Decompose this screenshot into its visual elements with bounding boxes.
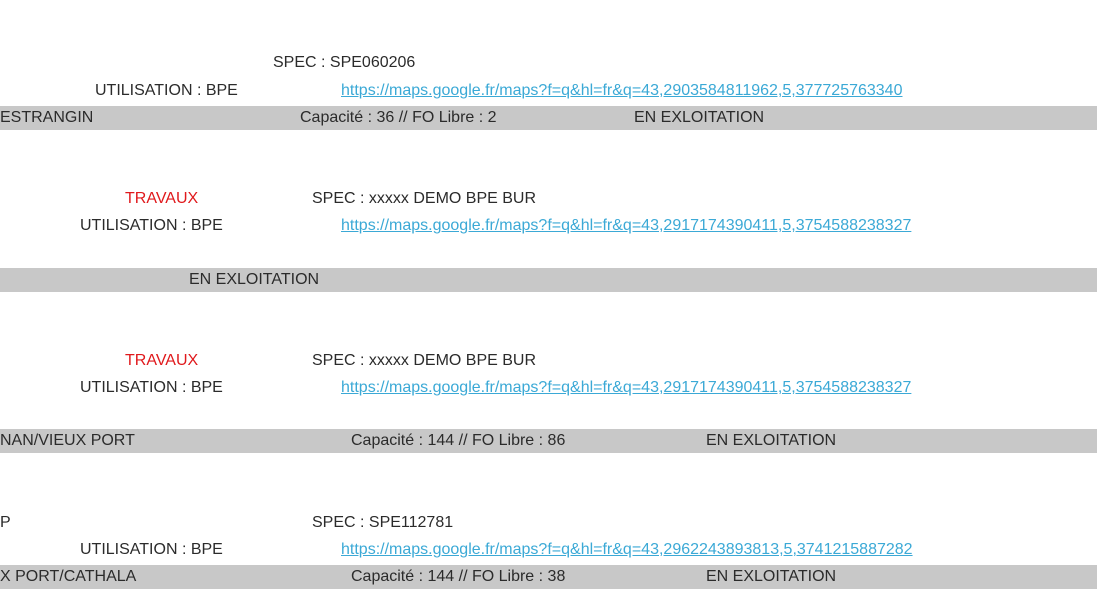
spec-label: SPEC : SPE060206	[273, 54, 416, 71]
record-bar: ESTRANGIN Capacité : 36 // FO Libre : 2 …	[0, 106, 1097, 130]
record-bar: NAN/VIEUX PORT Capacité : 144 // FO Libr…	[0, 429, 1097, 453]
status-label: P	[0, 514, 11, 531]
status-label: TRAVAUX	[125, 190, 199, 207]
state-label: EN EXLOITATION	[706, 568, 837, 585]
capacity-label: Capacité : 144 // FO Libre : 86	[351, 432, 566, 449]
utilisation-label: UTILISATION : BPE	[80, 541, 223, 558]
utilisation-label: UTILISATION : BPE	[80, 217, 223, 234]
utilisation-label: UTILISATION : BPE	[80, 379, 223, 396]
site-name: ESTRANGIN	[0, 109, 94, 126]
maps-link[interactable]: https://maps.google.fr/maps?f=q&hl=fr&q=…	[341, 378, 911, 398]
state-label: EN EXLOITATION	[634, 109, 765, 126]
capacity-label: Capacité : 36 // FO Libre : 2	[300, 109, 497, 126]
maps-link[interactable]: https://maps.google.fr/maps?f=q&hl=fr&q=…	[341, 216, 911, 236]
spec-label: SPEC : xxxxx DEMO BPE BUR	[312, 190, 537, 207]
spec-label: SPEC : SPE112781	[312, 514, 454, 531]
state-label: EN EXLOITATION	[189, 271, 320, 288]
state-label: EN EXLOITATION	[706, 432, 837, 449]
spec-label: SPEC : xxxxx DEMO BPE BUR	[312, 352, 537, 369]
site-name: X PORT/CATHALA	[0, 568, 137, 585]
site-name: NAN/VIEUX PORT	[0, 432, 135, 449]
maps-link[interactable]: https://maps.google.fr/maps?f=q&hl=fr&q=…	[341, 81, 902, 101]
record-bar: EN EXLOITATION	[0, 268, 1097, 292]
maps-link[interactable]: https://maps.google.fr/maps?f=q&hl=fr&q=…	[341, 540, 913, 560]
utilisation-label: UTILISATION : BPE	[95, 82, 238, 99]
capacity-label: Capacité : 144 // FO Libre : 38	[351, 568, 566, 585]
status-label: TRAVAUX	[125, 352, 199, 369]
record-bar: X PORT/CATHALA Capacité : 144 // FO Libr…	[0, 565, 1097, 589]
